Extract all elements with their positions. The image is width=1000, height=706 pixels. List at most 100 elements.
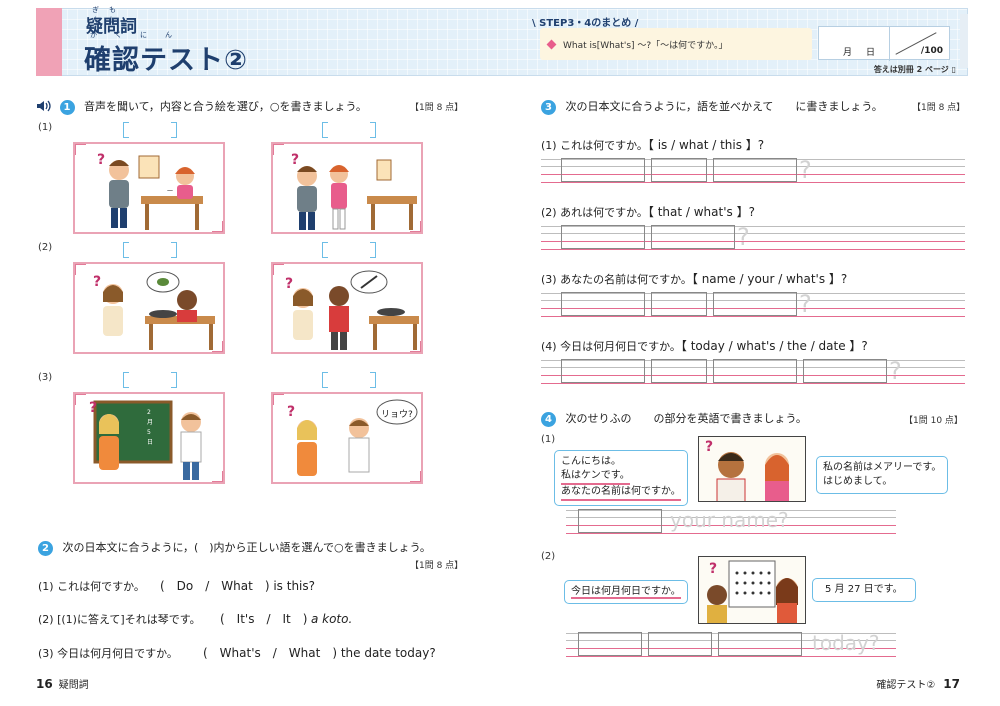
svg-text:?: ?: [705, 439, 713, 455]
bubble-line: あなたの名前は何ですか。: [561, 485, 681, 501]
score-total-value: 100: [924, 46, 943, 56]
q4-answer-row: your name?: [566, 507, 896, 535]
date-field: 月日: [843, 45, 889, 58]
word-box[interactable]: [578, 509, 662, 533]
q3-instruction: 次の日本文に合うように，語を並べかえて に書きましょう。: [565, 100, 883, 113]
speech-bubble-boy: 今日は何月何日ですか。: [564, 580, 688, 604]
ghost-answer: today?: [812, 631, 880, 655]
word-box[interactable]: [651, 292, 707, 316]
answer-bracket[interactable]: [322, 242, 376, 258]
q1-item-label: (3): [38, 372, 53, 383]
svg-text:?: ?: [287, 404, 295, 420]
footer-left: 16 疑問詞: [36, 676, 89, 691]
word-box[interactable]: [651, 359, 707, 383]
q3-item-japanese: これは何ですか。: [560, 139, 648, 152]
q1-heading: 1 音声を聞いて，内容と合う絵を選び，○を書きましょう。: [36, 98, 367, 116]
ghost-answer: your name?: [670, 508, 789, 532]
q3-number: 3: [541, 99, 556, 115]
svg-text:?: ?: [89, 400, 97, 416]
q2-instruction: 次の日本文に合うように，( )内から正しい語を選んで○を書きましょう。: [62, 541, 431, 554]
q2-item-japanese: 今日は何月何日ですか。: [57, 647, 178, 660]
word-box[interactable]: [713, 292, 797, 316]
header-pink-tab: [36, 8, 62, 76]
q2-choice[interactable]: ( What's / What ) the date today?: [203, 644, 436, 661]
speaker-icon[interactable]: [36, 99, 52, 116]
q3-item-japanese: あれは何ですか。: [560, 206, 648, 219]
word-box[interactable]: [718, 632, 802, 656]
word-box[interactable]: [651, 158, 707, 182]
picture-blackboard-date[interactable]: 2 月 5 日 ?: [73, 392, 225, 484]
question-mark: ?: [799, 156, 812, 184]
q4-number: 4: [541, 411, 556, 427]
q3-item: (1) これは何ですか。【 is / what / this 】?: [541, 136, 764, 153]
q2-choice-text: ( What's / What ) the date today?: [203, 646, 436, 660]
q1-item-label: (1): [38, 122, 53, 133]
q2-item-label: (2): [38, 613, 54, 626]
word-box[interactable]: [713, 359, 797, 383]
word-box[interactable]: [561, 225, 645, 249]
score-box[interactable]: 月日 /100: [818, 26, 950, 61]
bubble-line: 私はケンです。: [561, 469, 630, 485]
svg-text:月: 月: [147, 419, 153, 426]
header-side-tab: [960, 14, 968, 68]
picture-girl-boy-pan[interactable]: ?: [73, 262, 225, 354]
picture-girl-boy-ryo[interactable]: ? リョウ?: [271, 392, 423, 484]
page-title-ruby: かくにん: [90, 31, 190, 39]
svg-text:2: 2: [147, 409, 151, 416]
q3-answer-row: ?: [541, 290, 965, 318]
answer-bracket[interactable]: [123, 242, 177, 258]
bubble-line: 5 月 27 日です。: [825, 584, 903, 595]
q3-item: (2) あれは何ですか。【 that / what's 】?: [541, 203, 755, 220]
picture-classroom-boy-girl-alt[interactable]: ?: [271, 142, 423, 234]
svg-text:日: 日: [147, 439, 153, 446]
word-box[interactable]: [651, 225, 735, 249]
word-box[interactable]: [803, 359, 887, 383]
picture-classroom-boy-girl[interactable]: — ?: [73, 142, 225, 234]
grammar-summary: What is[What's] ～?「～は何ですか。」: [540, 28, 812, 60]
q2-item-japanese: これは何ですか。: [57, 580, 145, 593]
word-box[interactable]: [578, 632, 642, 656]
q3-word-set: 【 that / what's 】?: [647, 205, 755, 219]
word-box[interactable]: [561, 158, 645, 182]
svg-text:?: ?: [709, 561, 717, 577]
page-number-left: 16: [36, 677, 53, 691]
q3-points: 【1問 8 点】: [912, 103, 966, 113]
answer-bracket[interactable]: [322, 122, 376, 138]
q3-item: (4) 今日は何月何日ですか。【 today / what's / the / …: [541, 337, 868, 354]
book-icon: ▯: [951, 65, 956, 74]
q3-item-label: (1): [541, 139, 557, 152]
q2-item-japanese: [(1)に答えて]それは琴です。: [57, 613, 201, 626]
q3-item: (3) あなたの名前は何ですか。【 name / your / what's 】…: [541, 270, 847, 287]
score-divider: [889, 27, 890, 61]
answer-bracket[interactable]: [123, 122, 177, 138]
q4-instruction: 次のせりふの の部分を英語で書きましょう。: [565, 412, 807, 425]
q3-answer-row: ?: [541, 357, 965, 385]
q3-word-set: 【 name / your / what's 】?: [691, 272, 848, 286]
bubble-line: こんにちは。: [561, 456, 621, 467]
q3-item-japanese: 今日は何月何日ですか。: [560, 340, 681, 353]
svg-text:5: 5: [147, 429, 151, 436]
word-box[interactable]: [713, 158, 797, 182]
answer-bracket[interactable]: [123, 372, 177, 388]
unit-title-ruby: ぎもんし: [92, 6, 126, 24]
q2-choice-text: ( Do / What ) is this?: [160, 579, 315, 593]
q3-word-set: 【 is / what / this 】?: [647, 138, 765, 152]
svg-text:?: ?: [97, 152, 105, 168]
bubble-line: 私の名前はメアリーです。: [823, 462, 942, 473]
page-title: かくにん 確認テスト②: [84, 31, 248, 77]
q4-item-label: (2): [541, 551, 556, 562]
q3-item-label: (3): [541, 273, 557, 286]
word-box[interactable]: [648, 632, 712, 656]
q2-choice[interactable]: ( It's / It ) a koto.: [220, 610, 352, 627]
q4-points: 【1問 10 点】: [904, 416, 963, 426]
word-box[interactable]: [561, 359, 645, 383]
picture-ken-mary: ?: [698, 436, 806, 502]
step-label: \ STEP3・4のまとめ /: [532, 18, 639, 29]
picture-girl-boy-tennis[interactable]: ?: [271, 262, 423, 354]
q2-item: (2) [(1)に答えて]それは琴です。: [38, 611, 201, 627]
q2-choice[interactable]: ( Do / What ) is this?: [160, 577, 315, 594]
q2-item-label: (1): [38, 580, 54, 593]
q2-item: (1) これは何ですか。: [38, 578, 145, 594]
word-box[interactable]: [561, 292, 645, 316]
answer-bracket[interactable]: [322, 372, 376, 388]
